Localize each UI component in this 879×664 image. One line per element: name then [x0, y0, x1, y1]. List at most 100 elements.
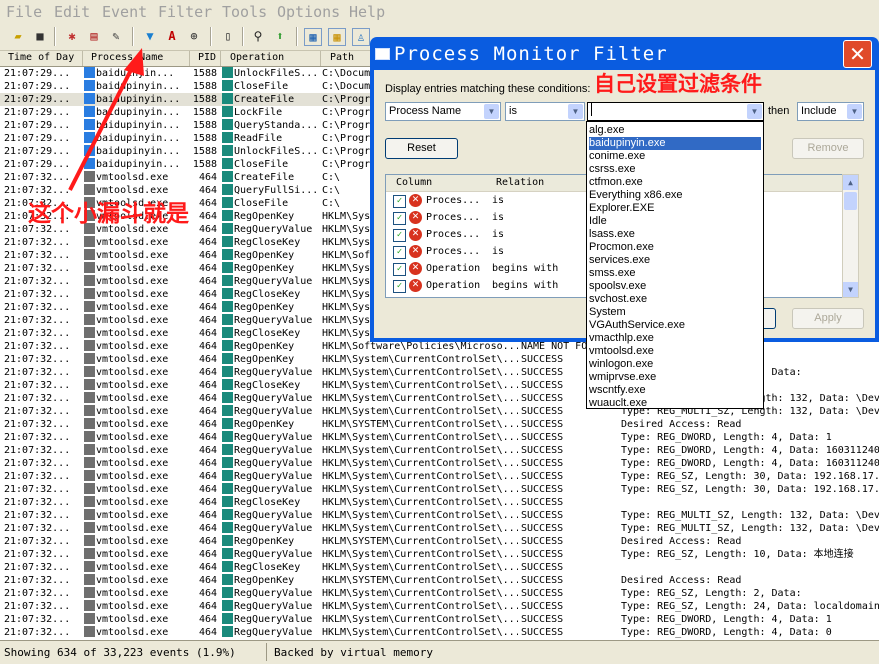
open-folder-icon[interactable]: ▰ — [10, 28, 26, 44]
dropdown-option[interactable]: conime.exe — [589, 150, 761, 163]
table-row[interactable]: 21:07:32... vmtoolsd.exe 464 RegQueryValue H… — [0, 444, 879, 457]
autoscroll-icon[interactable]: ▤ — [86, 28, 102, 44]
cell-pid: 464 — [198, 614, 217, 625]
checkbox-icon[interactable]: ✓ — [393, 280, 406, 293]
menu-options[interactable]: Options — [277, 3, 340, 21]
col-pid[interactable]: PID — [198, 52, 216, 63]
remove-button[interactable]: Remove — [792, 138, 864, 159]
table-row[interactable]: 21:07:32... vmtoolsd.exe 464 RegQueryValue H… — [0, 587, 879, 600]
scroll-thumb[interactable] — [844, 192, 857, 210]
file-activity-icon[interactable]: ▦ — [328, 28, 346, 46]
table-row[interactable]: 21:07:32... vmtoolsd.exe 464 RegCloseKey HKL… — [0, 561, 879, 574]
menu-tools[interactable]: Tools — [222, 3, 267, 21]
table-row[interactable]: 21:07:32... vmtoolsd.exe 464 RegQueryValue H… — [0, 613, 879, 626]
table-row[interactable]: 21:07:32... vmtoolsd.exe 464 RegQueryValue H… — [0, 626, 879, 639]
dropdown-option[interactable]: spoolsv.exe — [589, 280, 761, 293]
dropdown-option[interactable]: Everything x86.exe — [589, 189, 761, 202]
properties-icon[interactable]: ▯ — [220, 28, 236, 44]
dropdown-option[interactable]: csrss.exe — [589, 163, 761, 176]
col-operation[interactable]: Operation — [230, 52, 284, 63]
dropdown-option[interactable]: System — [589, 306, 761, 319]
menu-edit[interactable]: Edit — [54, 3, 90, 21]
dropdown-option[interactable]: wuauclt.exe — [589, 397, 761, 408]
filter-col-relation[interactable]: Relation — [496, 177, 544, 188]
dropdown-option[interactable]: vmacthlp.exe — [589, 332, 761, 345]
dropdown-option[interactable]: winlogon.exe — [589, 358, 761, 371]
dropdown-option[interactable]: wmiprvse.exe — [589, 371, 761, 384]
include-process-icon[interactable]: ⊕ — [186, 28, 202, 44]
menu-filter[interactable]: Filter — [158, 3, 212, 21]
dropdown-option[interactable]: Idle — [589, 215, 761, 228]
menu-file[interactable]: File — [6, 3, 42, 21]
vmtools-process-icon — [84, 301, 95, 312]
highlight-icon[interactable]: A — [164, 28, 180, 44]
table-row[interactable]: 21:07:32... vmtoolsd.exe 464 RegOpenKey HKLM… — [0, 418, 879, 431]
checkbox-icon[interactable]: ✓ — [393, 195, 406, 208]
dropdown-option[interactable]: vmtoolsd.exe — [589, 345, 761, 358]
filter-col-column[interactable]: Column — [396, 177, 432, 188]
apply-button[interactable]: Apply — [792, 308, 864, 329]
cell-process: vmtoolsd.exe — [84, 587, 188, 600]
operation-icon — [222, 327, 233, 338]
table-row[interactable]: 21:07:32... vmtoolsd.exe 464 RegQueryValue H… — [0, 431, 879, 444]
dropdown-option[interactable]: lsass.exe — [589, 228, 761, 241]
dropdown-option[interactable]: ctfmon.exe — [589, 176, 761, 189]
col-time[interactable]: Time of Day — [8, 52, 74, 63]
dropdown-option[interactable]: services.exe — [589, 254, 761, 267]
checkbox-icon[interactable]: ✓ — [393, 212, 406, 225]
dropdown-option[interactable]: Procmon.exe — [589, 241, 761, 254]
cell-process: vmtoolsd.exe — [84, 522, 188, 535]
registry-activity-icon[interactable]: ▦ — [304, 28, 322, 46]
memory-status: Backed by virtual memory — [274, 646, 433, 659]
action-select[interactable]: Include ▼ — [797, 102, 864, 121]
table-row[interactable]: 21:07:32... vmtoolsd.exe 464 RegQueryValue H… — [0, 457, 879, 470]
table-row[interactable]: 21:07:32... vmtoolsd.exe 464 RegQueryValue H… — [0, 470, 879, 483]
table-row[interactable]: 21:07:32... vmtoolsd.exe 464 RegOpenKey HKLM… — [0, 574, 879, 587]
process-dropdown-list[interactable]: alg.exe baidupinyin.exe conime.exe csrss.ex… — [586, 121, 764, 409]
checkbox-icon[interactable]: ✓ — [393, 229, 406, 242]
network-activity-icon[interactable]: ♙ — [352, 28, 370, 46]
col-path[interactable]: Path — [330, 52, 354, 63]
table-row[interactable]: 21:07:32... vmtoolsd.exe 464 RegQueryValue H… — [0, 522, 879, 535]
save-icon[interactable]: ■ — [32, 28, 48, 44]
table-row[interactable]: 21:07:32... vmtoolsd.exe 464 RegCloseKey HKL… — [0, 496, 879, 509]
checkbox-icon[interactable]: ✓ — [393, 263, 406, 276]
reset-button[interactable]: Reset — [385, 138, 458, 159]
scroll-down-icon[interactable]: ▼ — [843, 282, 858, 297]
table-row[interactable]: 21:07:32... vmtoolsd.exe 464 RegQueryValue H… — [0, 483, 879, 496]
table-row[interactable]: 21:07:32... vmtoolsd.exe 464 RegQueryValue H… — [0, 548, 879, 561]
cell-pid: 464 — [198, 211, 217, 222]
table-row[interactable]: 21:07:32... vmtoolsd.exe 464 RegQueryValue H… — [0, 509, 879, 522]
column-select-value: Process Name — [389, 105, 462, 117]
clear-icon[interactable]: ✎ — [108, 28, 124, 44]
col-process[interactable]: Process Name — [91, 52, 163, 63]
jump-icon[interactable]: ⬆ — [272, 28, 288, 44]
filter-funnel-icon[interactable]: ▼ — [142, 28, 158, 44]
dropdown-option[interactable]: smss.exe — [589, 267, 761, 280]
table-row[interactable]: 21:07:32... vmtoolsd.exe 464 RegQueryValue H… — [0, 600, 879, 613]
scroll-up-icon[interactable]: ▲ — [843, 175, 858, 190]
filter-list-scrollbar[interactable]: ▲ ▼ — [842, 174, 859, 298]
dropdown-option[interactable]: svchost.exe — [589, 293, 761, 306]
cell-operation: RegCloseKey — [222, 327, 320, 340]
find-icon[interactable]: ⚲ — [250, 28, 266, 44]
menu-help[interactable]: Help — [349, 3, 385, 21]
dropdown-option[interactable]: VGAuthService.exe — [589, 319, 761, 332]
vmtools-process-icon — [84, 431, 95, 442]
ok-button-edge[interactable] — [762, 308, 776, 329]
column-select[interactable]: Process Name ▼ — [385, 102, 501, 121]
relation-select-value: is — [509, 105, 517, 117]
dropdown-option[interactable]: Explorer.EXE — [589, 202, 761, 215]
dropdown-option[interactable]: alg.exe — [589, 124, 761, 137]
close-button[interactable]: ✕ — [843, 40, 872, 68]
relation-select[interactable]: is ▼ — [505, 102, 585, 121]
menu-event[interactable]: Event — [102, 3, 147, 21]
operation-icon — [222, 444, 233, 455]
chevron-down-icon: ▼ — [484, 104, 499, 119]
dropdown-option[interactable]: wscntfy.exe — [589, 384, 761, 397]
dropdown-option[interactable]: baidupinyin.exe — [589, 137, 761, 150]
capture-icon[interactable]: ✱ — [64, 28, 80, 44]
checkbox-icon[interactable]: ✓ — [393, 246, 406, 259]
value-combo[interactable]: ▼ — [587, 102, 764, 121]
table-row[interactable]: 21:07:32... vmtoolsd.exe 464 RegOpenKey HKLM… — [0, 535, 879, 548]
